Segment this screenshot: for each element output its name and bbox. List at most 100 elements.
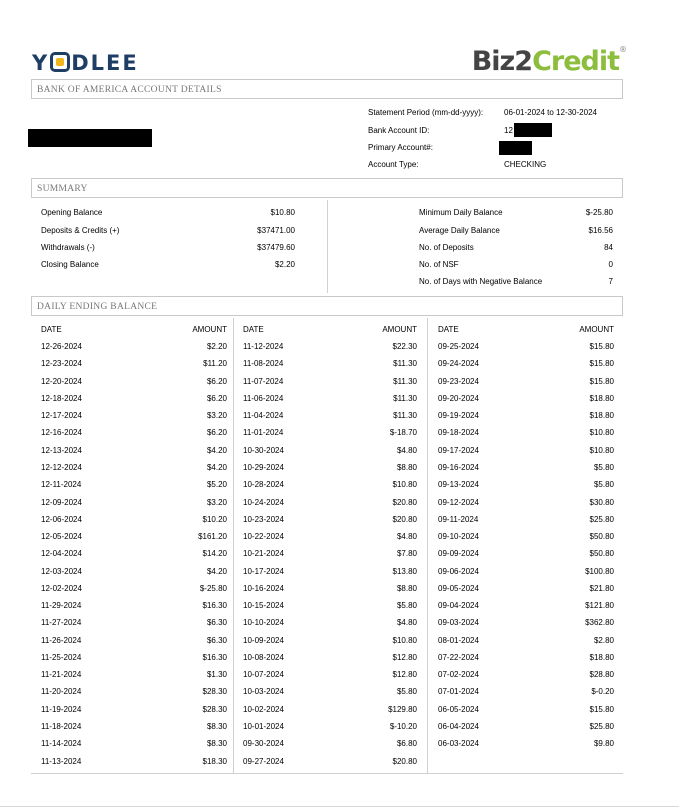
balance-row: 10-09-2024 $10.80 bbox=[243, 632, 417, 649]
balance-row: 11-13-2024 $18.30 bbox=[41, 752, 227, 769]
balance-row: 09-20-2024 $18.80 bbox=[438, 390, 614, 407]
balance-row: 11-01-2024 $-18.70 bbox=[243, 424, 417, 441]
balance-row: 10-29-2024 $8.80 bbox=[243, 459, 417, 476]
balance-date: 12-17-2024 bbox=[41, 411, 82, 421]
balance-amount: $9.80 bbox=[593, 739, 614, 749]
balance-date: 11-20-2024 bbox=[41, 687, 82, 697]
balance-date: 12-05-2024 bbox=[41, 532, 82, 542]
balance-date: 11-27-2024 bbox=[41, 618, 82, 628]
balance-amount: $15.80 bbox=[589, 704, 614, 714]
balance-date: 06-03-2024 bbox=[438, 739, 479, 749]
bottom-rule bbox=[31, 773, 623, 774]
balance-amount: $6.20 bbox=[206, 376, 227, 386]
balance-amount: $13.80 bbox=[392, 566, 417, 576]
balance-row: 11-08-2024 $11.30 bbox=[243, 355, 417, 372]
balance-row: 12-26-2024 $2.20 bbox=[41, 338, 227, 355]
balance-date: 09-25-2024 bbox=[438, 342, 479, 352]
balance-date: 07-01-2024 bbox=[438, 687, 479, 697]
balance-row: 09-30-2024 $6.80 bbox=[243, 735, 417, 752]
balance-date: 12-26-2024 bbox=[41, 342, 82, 352]
balance-amount: $10.80 bbox=[589, 428, 614, 438]
balance-date: 11-26-2024 bbox=[41, 635, 82, 645]
balance-column-1: DATE AMOUNT 12-26-2024 $2.20 12-23-2024 $11… bbox=[41, 321, 227, 770]
withdrawals-value: $37479.60 bbox=[257, 243, 295, 252]
balance-amount: $-0.20 bbox=[591, 687, 614, 697]
yodlee-logo: Y DLEE bbox=[32, 51, 139, 75]
balance-amount: $8.30 bbox=[206, 721, 227, 731]
balance-date: 09-20-2024 bbox=[438, 393, 479, 403]
balance-row: 11-06-2024 $11.30 bbox=[243, 390, 417, 407]
balance-amount: $50.80 bbox=[589, 549, 614, 559]
balance-amount: $6.80 bbox=[396, 739, 417, 749]
balance-date: 10-01-2024 bbox=[243, 721, 284, 731]
balance-date: 12-16-2024 bbox=[41, 428, 82, 438]
balance-date: 10-07-2024 bbox=[243, 670, 284, 680]
num-deposits-label: No. of Deposits bbox=[419, 243, 474, 252]
balance-amount: $6.30 bbox=[206, 618, 227, 628]
balance-amount: $-25.80 bbox=[199, 583, 227, 593]
balance-amount: $22.30 bbox=[392, 342, 417, 352]
balance-date: 12-04-2024 bbox=[41, 549, 82, 559]
balance-row: 09-19-2024 $18.80 bbox=[438, 407, 614, 424]
balance-date: 09-12-2024 bbox=[438, 497, 479, 507]
amount-header: AMOUNT bbox=[192, 325, 227, 334]
balance-row: 12-16-2024 $6.20 bbox=[41, 424, 227, 441]
balance-header-row: DATE AMOUNT bbox=[41, 321, 227, 338]
balance-row: 09-04-2024 $121.80 bbox=[438, 597, 614, 614]
biz2credit-logo-part-b: Credit bbox=[532, 46, 620, 77]
balance-row: 12-17-2024 $3.20 bbox=[41, 407, 227, 424]
balance-date: 11-12-2024 bbox=[243, 342, 284, 352]
account-type-label: Account Type: bbox=[368, 160, 419, 169]
balance-row: 07-22-2024 $18.80 bbox=[438, 649, 614, 666]
deposits-credits-label: Deposits & Credits (+) bbox=[41, 226, 120, 235]
balance-row: 11-12-2024 $22.30 bbox=[243, 338, 417, 355]
balance-date: 09-05-2024 bbox=[438, 583, 479, 593]
balance-amount: $20.80 bbox=[392, 497, 417, 507]
bank-account-id-label: Bank Account ID: bbox=[368, 126, 430, 135]
registered-mark: ® bbox=[619, 45, 627, 54]
balance-amount: $8.30 bbox=[206, 739, 227, 749]
balance-row: 11-21-2024 $1.30 bbox=[41, 666, 227, 683]
min-daily-balance-label: Minimum Daily Balance bbox=[419, 208, 503, 217]
balance-date: 09-24-2024 bbox=[438, 359, 479, 369]
balance-date: 10-08-2024 bbox=[243, 652, 284, 662]
balance-row: 09-03-2024 $362.80 bbox=[438, 614, 614, 631]
page-edge bbox=[0, 806, 679, 807]
balance-date: 08-01-2024 bbox=[438, 635, 479, 645]
balance-row: 10-23-2024 $20.80 bbox=[243, 511, 417, 528]
balance-row: 11-26-2024 $6.30 bbox=[41, 632, 227, 649]
balance-amount: $18.30 bbox=[202, 756, 227, 766]
balance-amount: $6.20 bbox=[206, 393, 227, 403]
balance-row: 09-12-2024 $30.80 bbox=[438, 493, 614, 510]
balance-row: 12-04-2024 $14.20 bbox=[41, 545, 227, 562]
balance-date: 10-16-2024 bbox=[243, 583, 284, 593]
balance-row: 10-16-2024 $8.80 bbox=[243, 580, 417, 597]
balance-row: 09-27-2024 $20.80 bbox=[243, 752, 417, 769]
balance-amount: $16.30 bbox=[202, 652, 227, 662]
balance-amount: $11.30 bbox=[393, 359, 417, 369]
balance-amount: $129.80 bbox=[388, 704, 417, 714]
balance-date: 12-03-2024 bbox=[41, 566, 82, 576]
balance-amount: $10.80 bbox=[392, 480, 417, 490]
balance-amount: $5.80 bbox=[396, 687, 417, 697]
balance-date: 10-03-2024 bbox=[243, 687, 284, 697]
num-nsf-label: No. of NSF bbox=[419, 260, 459, 269]
num-nsf-value: 0 bbox=[608, 260, 613, 269]
balance-date: 09-19-2024 bbox=[438, 411, 479, 421]
balance-row: 10-02-2024 $129.80 bbox=[243, 701, 417, 718]
date-header: DATE bbox=[438, 325, 459, 334]
opening-balance-value: $10.80 bbox=[270, 208, 295, 217]
balance-row: 10-21-2024 $7.80 bbox=[243, 545, 417, 562]
balance-amount: $161.20 bbox=[198, 532, 227, 542]
balance-date: 09-30-2024 bbox=[243, 739, 284, 749]
balance-date: 11-18-2024 bbox=[41, 721, 82, 731]
balance-row: 12-02-2024 $-25.80 bbox=[41, 580, 227, 597]
balance-row: 10-22-2024 $4.80 bbox=[243, 528, 417, 545]
balance-date: 09-13-2024 bbox=[438, 480, 479, 490]
balance-amount: $6.30 bbox=[206, 635, 227, 645]
balance-row: 09-06-2024 $100.80 bbox=[438, 562, 614, 579]
balance-amount: $28.30 bbox=[202, 704, 227, 714]
balance-row: 10-10-2024 $4.80 bbox=[243, 614, 417, 631]
balance-row: 11-14-2024 $8.30 bbox=[41, 735, 227, 752]
balance-row: 11-20-2024 $28.30 bbox=[41, 683, 227, 700]
